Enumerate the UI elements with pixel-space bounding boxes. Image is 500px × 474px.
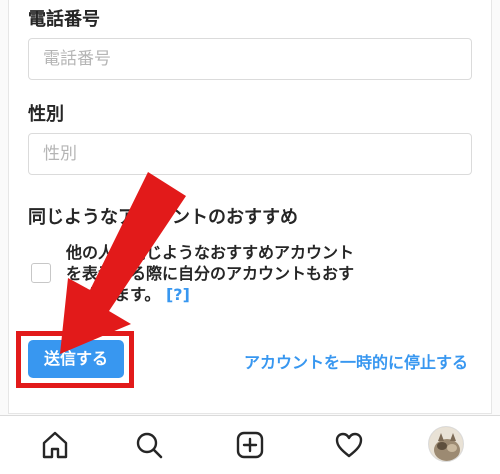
- plus-square-icon[interactable]: [233, 428, 267, 462]
- home-icon[interactable]: [38, 428, 72, 462]
- recommendations-description: 他の人に同じようなおすすめアカウント を表示する際に自分のアカウントもおす すめ…: [66, 242, 396, 305]
- temporarily-deactivate-link[interactable]: アカウントを一時的に停止する: [244, 349, 468, 373]
- phone-label: 電話番号: [28, 9, 100, 30]
- avatar[interactable]: [428, 426, 464, 462]
- recommendations-description-line: 他の人に同じようなおすすめアカウント: [66, 243, 355, 262]
- submit-button[interactable]: 送信する: [28, 340, 124, 378]
- phone-input[interactable]: [28, 38, 472, 80]
- gender-input[interactable]: [28, 133, 472, 175]
- recommendations-description-line-end: すめします。: [66, 285, 161, 304]
- gender-label: 性別: [28, 104, 64, 125]
- bottom-navigation-bar: [0, 415, 500, 474]
- search-icon[interactable]: [132, 428, 166, 462]
- recommendations-description-line: を表示する際に自分のアカウントもおす: [66, 264, 355, 283]
- help-link[interactable]: [?]: [166, 285, 190, 304]
- recommendations-checkbox[interactable]: [31, 263, 51, 283]
- recommendations-description-line: すめします。 [?]: [66, 284, 396, 305]
- recommendations-heading: 同じようなアカウントのおすすめ: [28, 207, 298, 228]
- heart-icon[interactable]: [332, 428, 366, 462]
